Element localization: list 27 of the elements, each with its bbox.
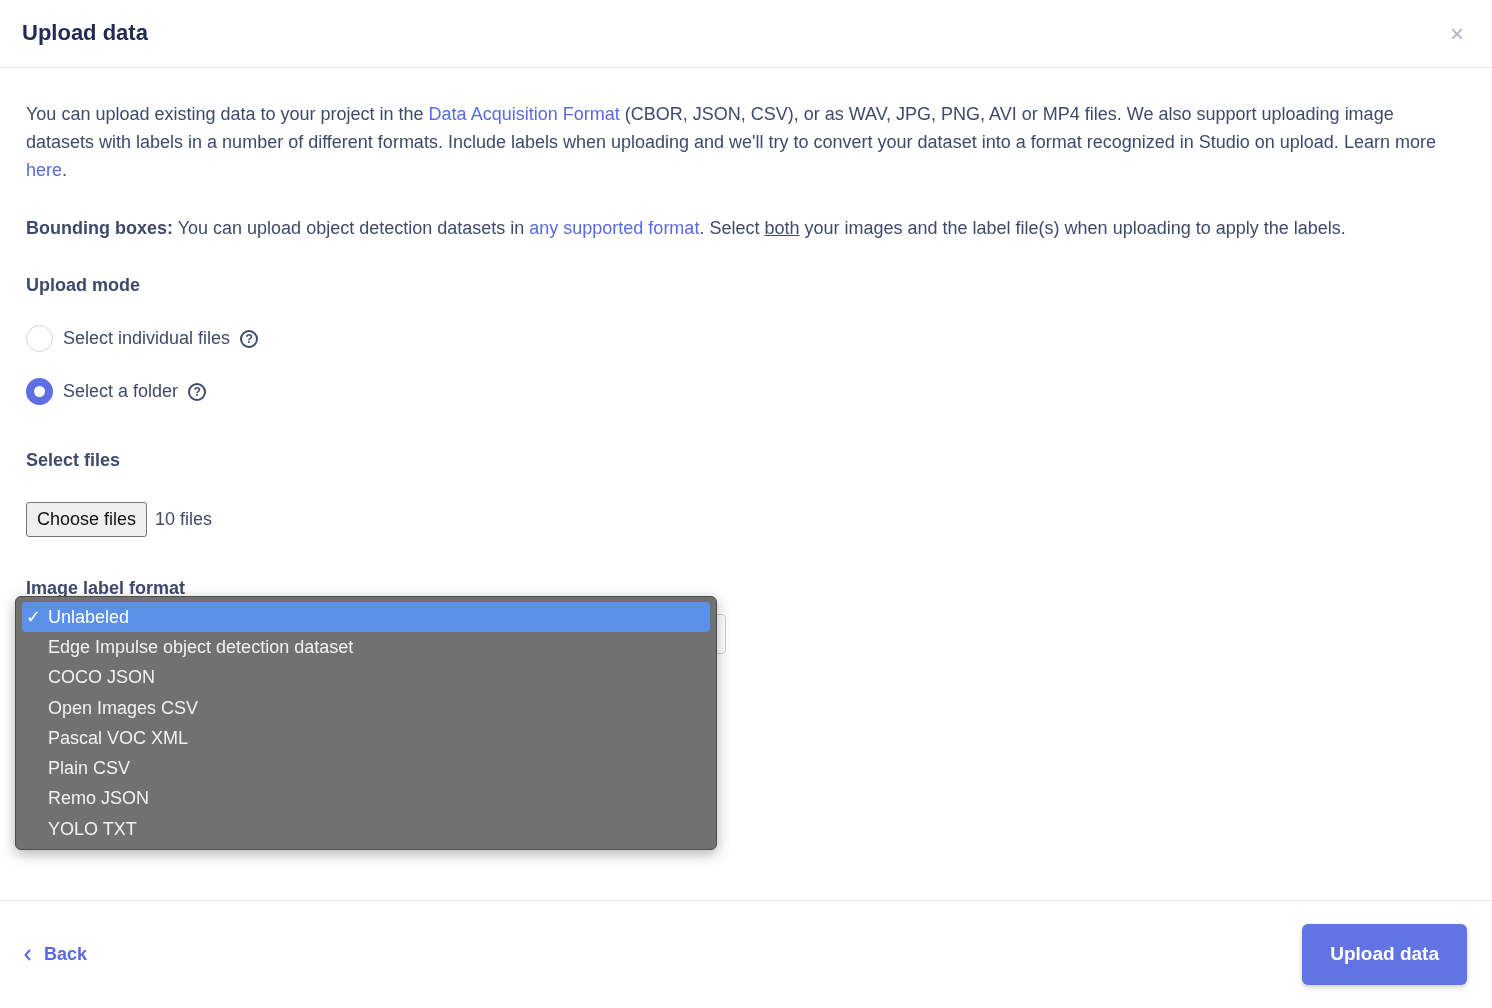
dropdown-option[interactable]: Pascal VOC XML [22, 723, 710, 754]
intro-paragraph: You can upload existing data to your project in the Data Acquisition Format (CBOR, JSON, CSV), or as WAV, JPG, PNG, AVI or MP4 files. We also support uploading image datasets with labels in a number of different formats. Include labels when uploading and we'll try to convert your dataset into a format recognized in Studio on upload. Learn more here. [26, 103, 1437, 182]
dropdown-option[interactable]: ✓ Unlabeled [22, 602, 710, 633]
file-count: 10 files [155, 508, 213, 531]
select-files-label: Select files [26, 449, 122, 472]
help-icon[interactable]: ? [240, 329, 259, 348]
dropdown-option[interactable]: Edge Impulse object detection dataset [22, 632, 710, 663]
upload-mode-label: Upload mode [26, 274, 141, 297]
bounding-boxes-note: Bounding boxes: You can upload object detection datasets in any supported format. Select both your images and the label file(s) when uploading to apply the labels. [26, 217, 1347, 240]
upload-data-button[interactable]: Upload data [1302, 924, 1467, 985]
radio-button[interactable] [26, 378, 53, 405]
radio-label: Select a folder [63, 380, 179, 403]
text-link[interactable]: here [26, 160, 63, 180]
chevron-left-icon [24, 948, 32, 961]
help-icon[interactable]: ? [188, 382, 207, 401]
dialog-title: Upload data [22, 20, 148, 47]
dropdown-option[interactable]: Remo JSON [22, 783, 710, 815]
text-link[interactable]: Data Acquisition Format [428, 104, 620, 124]
image-label-format-label: Image label format [26, 577, 187, 600]
dropdown-option[interactable]: Plain CSV [22, 753, 710, 784]
back-link[interactable]: Back [24, 941, 88, 968]
dropdown-option[interactable]: COCO JSON [22, 662, 710, 693]
text-link[interactable]: any supported format [529, 218, 700, 238]
radio-label: Select individual files [63, 327, 231, 350]
choose-files-button[interactable]: Choose files [26, 502, 148, 537]
dropdown-option[interactable]: YOLO TXT [22, 814, 710, 845]
dropdown-option[interactable]: Open Images CSV [22, 692, 710, 724]
